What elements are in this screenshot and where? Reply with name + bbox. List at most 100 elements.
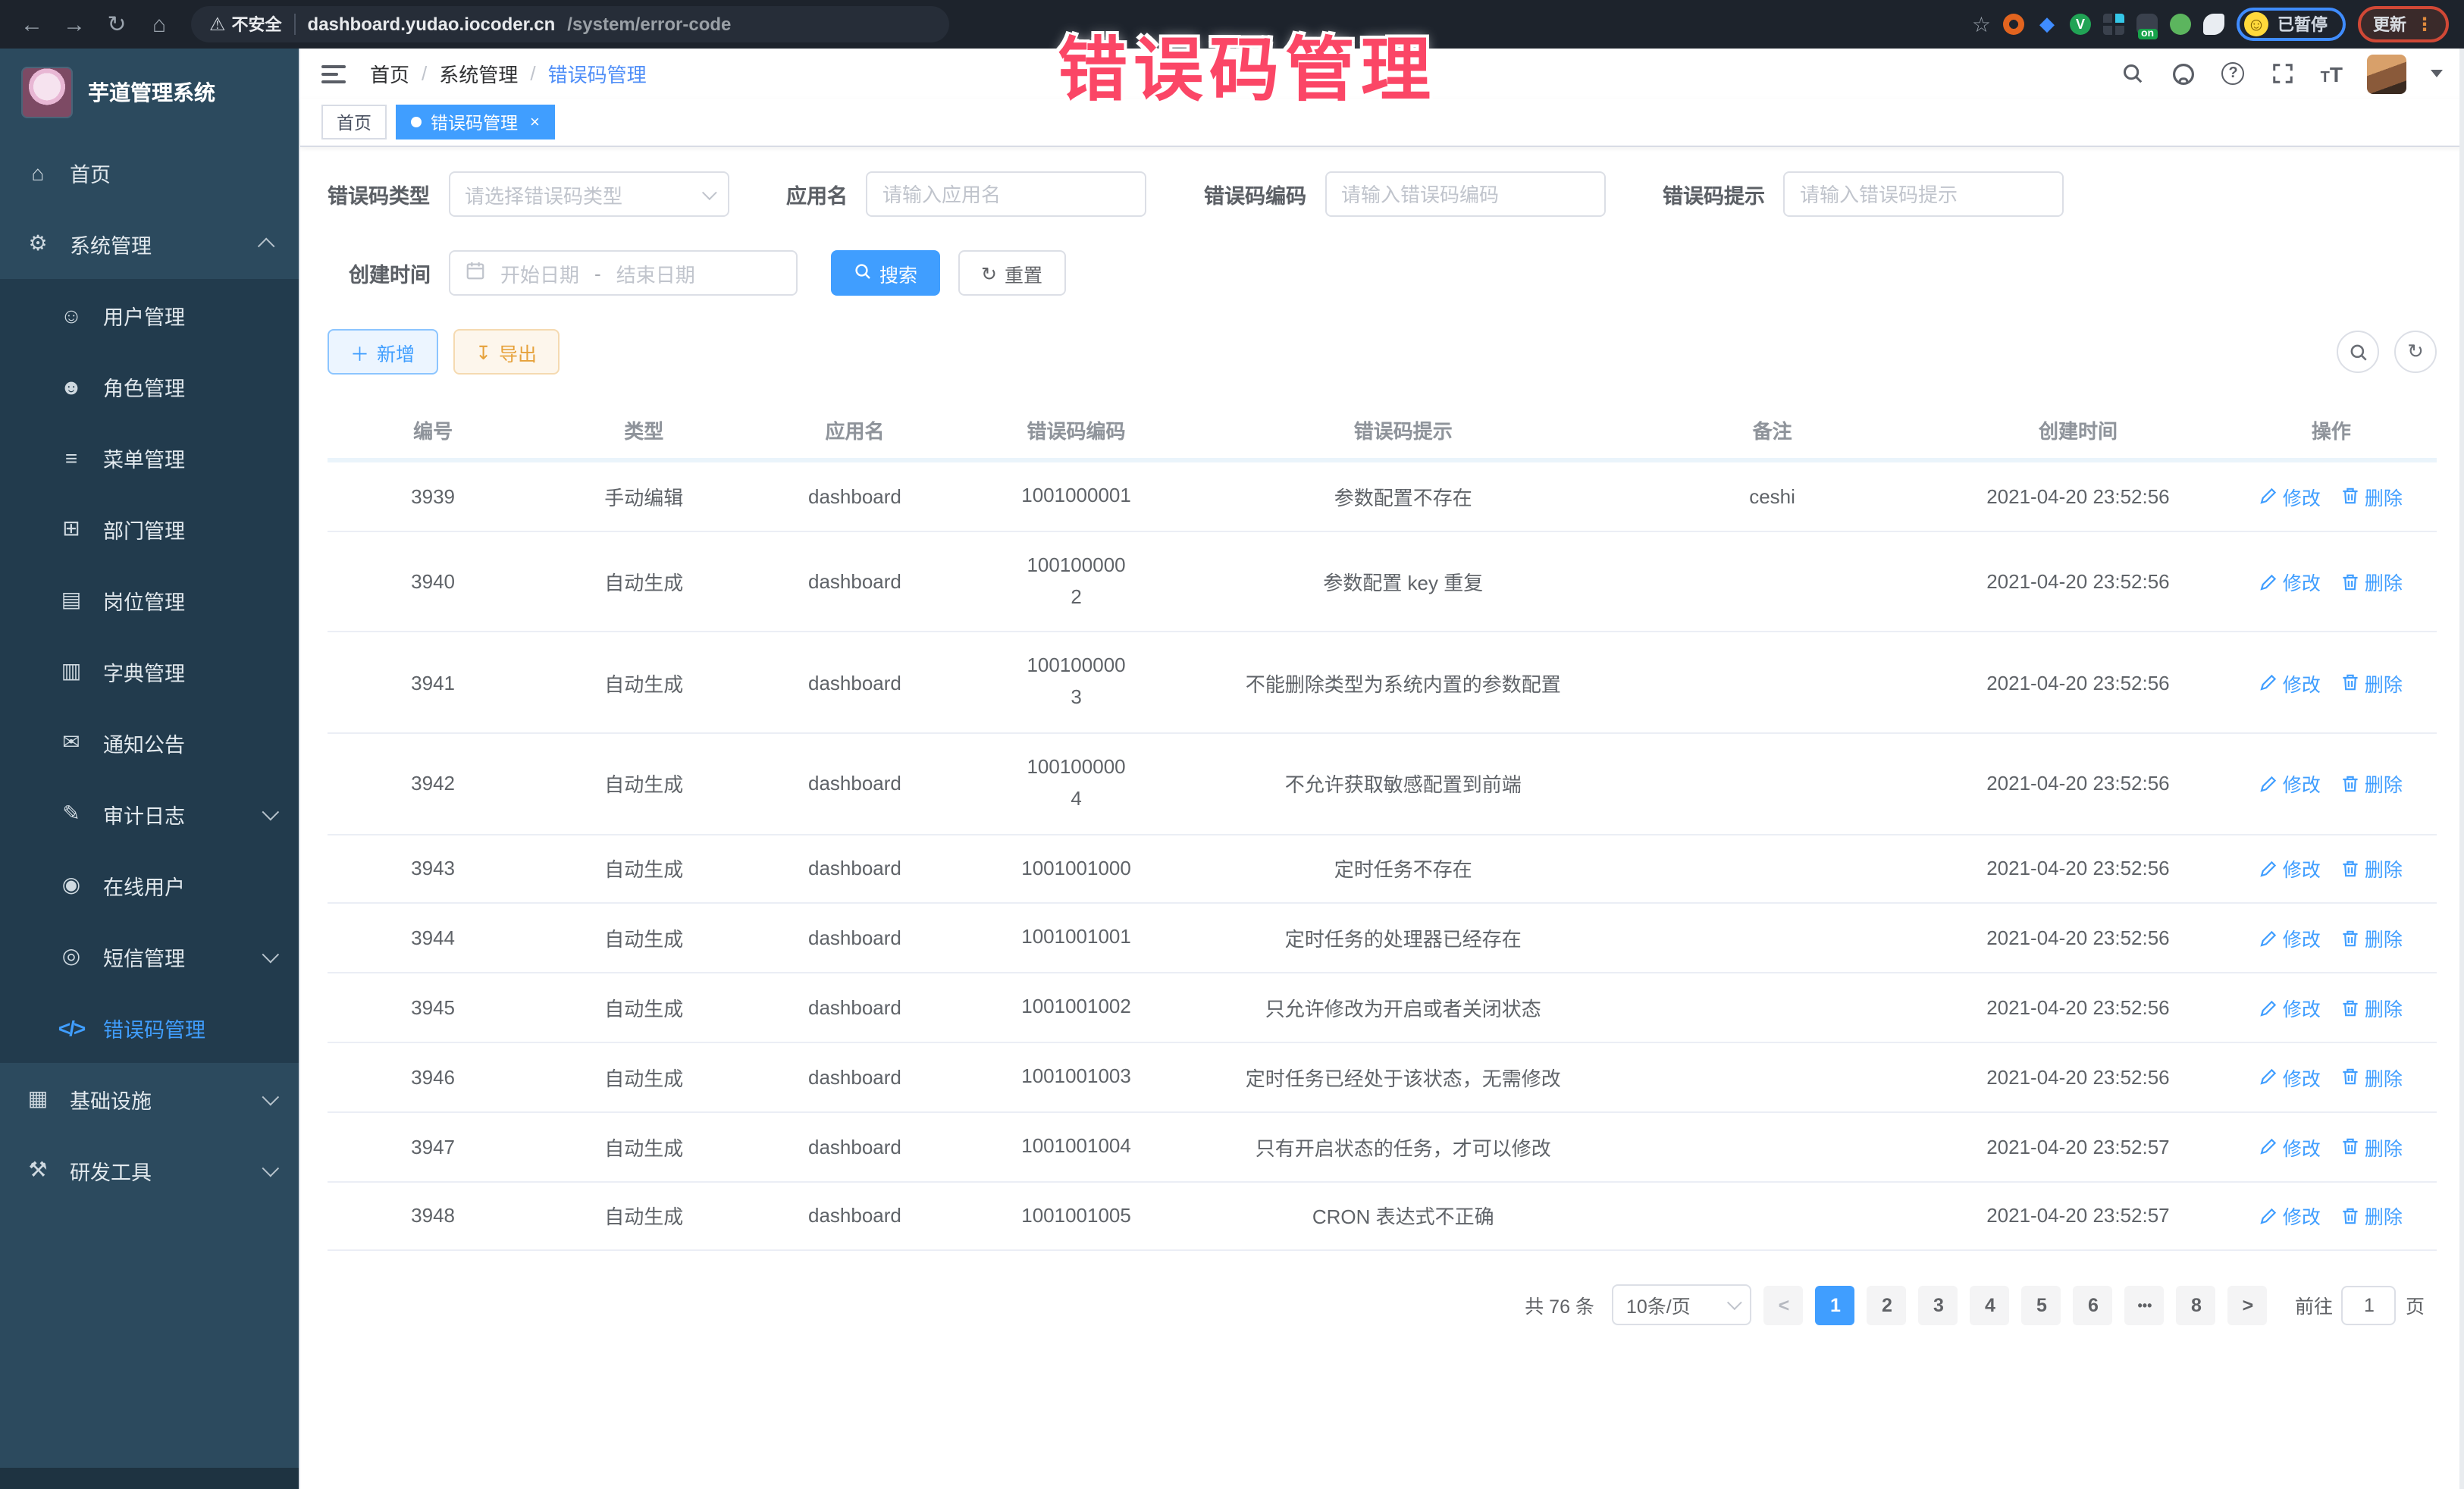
error-msg-input[interactable] — [1800, 183, 2047, 205]
page-button-1[interactable]: 1 — [1816, 1286, 1855, 1325]
create-time-range-picker[interactable]: 开始日期 - 结束日期 — [449, 250, 798, 296]
sidebar-item-notice[interactable]: ✉通知公告 — [0, 707, 299, 778]
delete-link[interactable]: 删除 — [2342, 854, 2403, 883]
sidebar-item-post[interactable]: ▤岗位管理 — [0, 564, 299, 635]
browser-profile-pill[interactable]: ☺ 已暂停 — [2237, 8, 2346, 41]
user-avatar[interactable] — [2367, 54, 2406, 93]
page-button-6[interactable]: 6 — [2074, 1286, 2113, 1325]
sidebar-item-home[interactable]: ⌂首页 — [0, 136, 299, 208]
sidebar-item-tools[interactable]: ⚒研发工具 — [0, 1134, 299, 1205]
sidebar-item-online[interactable]: ◉在线用户 — [0, 849, 299, 920]
edit-link[interactable]: 修改 — [2260, 993, 2321, 1022]
error-msg-field[interactable] — [1783, 171, 2064, 217]
edit-link[interactable]: 修改 — [2260, 567, 2321, 596]
page-button-4[interactable]: 4 — [1970, 1286, 2010, 1325]
sidebar-item-dict[interactable]: ▥字典管理 — [0, 635, 299, 707]
page-button-2[interactable]: 2 — [1867, 1286, 1907, 1325]
sidebar-item-dept[interactable]: ⊞部门管理 — [0, 493, 299, 564]
browser-reload-icon[interactable]: ↻ — [100, 11, 133, 38]
extension-icon-orange[interactable] — [2003, 14, 2024, 35]
edit-label: 修改 — [2283, 668, 2321, 697]
delete-link[interactable]: 删除 — [2342, 1063, 2403, 1092]
more-pages-icon[interactable]: ••• — [2125, 1286, 2165, 1325]
delete-link[interactable]: 删除 — [2342, 993, 2403, 1022]
delete-link[interactable]: 删除 — [2342, 567, 2403, 596]
browser-forward-icon[interactable]: → — [58, 11, 91, 37]
delete-link[interactable]: 删除 — [2342, 668, 2403, 697]
edit-link[interactable]: 修改 — [2260, 1202, 2321, 1230]
hamburger-icon[interactable] — [321, 64, 346, 83]
help-icon[interactable]: ? — [2222, 62, 2245, 85]
edit-link[interactable]: 修改 — [2260, 770, 2321, 798]
edit-link[interactable]: 修改 — [2260, 854, 2321, 883]
extension-icon-green-v[interactable]: V — [2070, 14, 2091, 35]
sidebar-item-sms[interactable]: ◎短信管理 — [0, 920, 299, 992]
browser-menu-icon[interactable]: ⋮ — [2415, 14, 2434, 35]
url-path: /system/error-code — [567, 14, 731, 35]
github-icon[interactable] — [2171, 60, 2198, 87]
extension-icon-gem[interactable]: ◆ — [2036, 14, 2058, 35]
reset-button[interactable]: ↻ 重置 — [958, 250, 1065, 296]
sidebar-item-audit[interactable]: ✎审计日志 — [0, 778, 299, 849]
page-button-8[interactable]: 8 — [2177, 1286, 2216, 1325]
sidebar-item-system[interactable]: ⚙系统管理 — [0, 208, 299, 279]
sidebar-item-user[interactable]: ☺用户管理 — [0, 279, 299, 350]
delete-link[interactable]: 删除 — [2342, 770, 2403, 798]
refresh-table-button[interactable]: ↻ — [2394, 331, 2437, 373]
scrollbar[interactable] — [2459, 49, 2464, 1489]
chevron-down-icon[interactable] — [2431, 70, 2443, 77]
sidebar-item-label: 岗位管理 — [103, 585, 185, 615]
extension-icon-grid[interactable] — [2103, 14, 2124, 35]
browser-home-icon[interactable]: ⌂ — [143, 11, 176, 37]
breadcrumb-home[interactable]: 首页 — [370, 59, 409, 88]
extension-icon-on-badge[interactable] — [2136, 14, 2158, 35]
tab-active[interactable]: 错误码管理× — [396, 105, 555, 139]
page-unit-label: 页 — [2406, 1291, 2425, 1320]
security-warning[interactable]: ⚠ 不安全 — [209, 12, 282, 36]
sidebar-item-infra[interactable]: ▦基础设施 — [0, 1063, 299, 1134]
edit-link[interactable]: 修改 — [2260, 1063, 2321, 1092]
table-tools: ↻ — [2337, 331, 2437, 373]
home-icon: ⌂ — [24, 160, 52, 184]
fullscreen-icon[interactable] — [2269, 60, 2296, 87]
search-icon[interactable] — [2119, 60, 2146, 87]
delete-link[interactable]: 删除 — [2342, 1132, 2403, 1161]
extension-icon-key[interactable] — [2170, 14, 2191, 35]
browser-update-button[interactable]: 更新 ⋮ — [2358, 6, 2449, 42]
breadcrumb-system[interactable]: 系统管理 — [439, 59, 518, 88]
prev-page-button[interactable]: < — [1764, 1286, 1804, 1325]
cell-msg: 定时任务不存在 — [1193, 834, 1614, 904]
bookmark-star-icon[interactable]: ☆ — [1972, 11, 1991, 37]
page-button-5[interactable]: 5 — [2022, 1286, 2061, 1325]
delete-link[interactable]: 删除 — [2342, 482, 2403, 511]
error-type-select[interactable]: 请选择错误码类型 — [448, 171, 729, 217]
font-size-icon[interactable]: TT — [2321, 61, 2343, 86]
error-code-field[interactable] — [1324, 171, 1605, 217]
search-button[interactable]: 搜索 — [831, 250, 940, 296]
sidebar-item-errcode[interactable]: </>错误码管理 — [0, 992, 299, 1063]
tab-item[interactable]: 首页 — [321, 105, 387, 139]
app-name-input[interactable] — [882, 183, 1130, 205]
show-search-button[interactable] — [2337, 331, 2379, 373]
close-icon[interactable]: × — [530, 113, 540, 131]
edit-link[interactable]: 修改 — [2260, 668, 2321, 697]
edit-link[interactable]: 修改 — [2260, 924, 2321, 953]
delete-link[interactable]: 删除 — [2342, 1202, 2403, 1230]
address-bar[interactable]: ⚠ 不安全 dashboard.yudao.iocoder.cn/system/… — [191, 6, 949, 42]
page-size-select[interactable]: 10条/页 — [1613, 1285, 1752, 1326]
goto-page-input[interactable] — [2342, 1286, 2397, 1325]
edit-link[interactable]: 修改 — [2260, 1132, 2321, 1161]
page-button-3[interactable]: 3 — [1919, 1286, 1958, 1325]
edit-link[interactable]: 修改 — [2260, 482, 2321, 511]
error-code-input[interactable] — [1341, 183, 1588, 205]
browser-back-icon[interactable]: ← — [15, 11, 49, 37]
sidebar-item-role[interactable]: ☻角色管理 — [0, 350, 299, 422]
delete-link[interactable]: 删除 — [2342, 924, 2403, 953]
next-page-button[interactable]: > — [2228, 1286, 2268, 1325]
extensions-puzzle-icon[interactable] — [2203, 14, 2224, 35]
add-button[interactable]: ＋ 新增 — [328, 329, 437, 375]
sidebar-item-menu[interactable]: ≡菜单管理 — [0, 422, 299, 493]
export-button[interactable]: ↧ 导出 — [453, 329, 560, 375]
app-name-field[interactable] — [866, 171, 1146, 217]
app-logo-row[interactable]: 芋道管理系统 — [0, 49, 299, 136]
